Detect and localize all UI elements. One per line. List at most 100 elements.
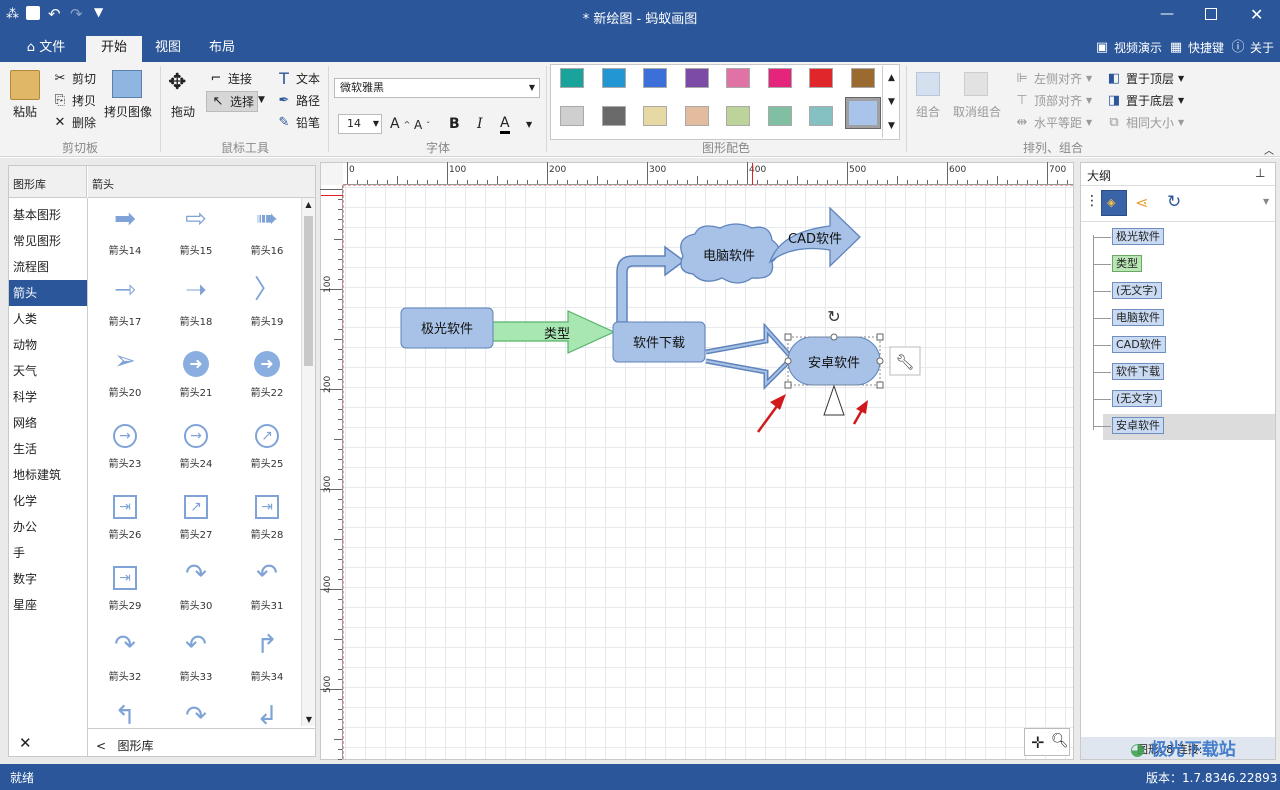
color-swatch[interactable]: [809, 106, 833, 126]
category-item[interactable]: 办公: [9, 514, 87, 540]
color-swatch[interactable]: [601, 106, 626, 126]
scroll-up-icon[interactable]: ▲: [883, 66, 900, 90]
color-swatch[interactable]: [684, 68, 709, 88]
shape-item[interactable]: ➠ 箭头16: [237, 202, 297, 262]
shape-item[interactable]: ➜ 箭头22: [237, 344, 297, 404]
paste-button[interactable]: 粘贴: [13, 103, 37, 120]
category-item[interactable]: 基本图形: [9, 202, 87, 228]
category-item[interactable]: 地标建筑: [9, 462, 87, 488]
shape-item[interactable]: ↷ 箭头32: [95, 628, 155, 688]
video-demo-button[interactable]: ▣ 视频演示: [1094, 39, 1162, 56]
shortcuts-button[interactable]: ▦ 快捷键: [1168, 39, 1224, 56]
italic-button[interactable]: I: [477, 116, 483, 132]
connect-button[interactable]: ⌐ 连接: [208, 70, 252, 87]
category-item[interactable]: 生活: [9, 436, 87, 462]
tab-layout[interactable]: 布局: [198, 36, 246, 62]
outline-item[interactable]: 安卓软件: [1112, 417, 1164, 434]
ungroup-button[interactable]: 取消组合: [953, 103, 1001, 120]
pin-icon[interactable]: ⊥: [1255, 166, 1265, 180]
shape-item[interactable]: ↷ 箭头30: [166, 557, 226, 617]
shape-item[interactable]: ↲: [237, 699, 297, 726]
shape-item[interactable]: ⇥ 箭头26: [95, 486, 155, 546]
maximize-icon[interactable]: [1205, 8, 1217, 20]
close-library-icon[interactable]: ✕: [19, 734, 32, 752]
category-item[interactable]: 数字: [9, 566, 87, 592]
outline-item[interactable]: (无文字): [1112, 390, 1162, 407]
category-item[interactable]: 星座: [9, 592, 87, 618]
minimize-icon[interactable]: —: [1160, 6, 1174, 22]
color-swatch[interactable]: [601, 68, 626, 88]
font-shrink-button[interactable]: Aˇ: [414, 118, 430, 132]
color-swatch[interactable]: [560, 106, 584, 126]
shape-item[interactable]: ↶ 箭头33: [166, 628, 226, 688]
shape-item[interactable]: ⇨ 箭头15: [166, 202, 226, 262]
tab-file[interactable]: ⌂ 文件: [16, 36, 76, 62]
category-item[interactable]: 化学: [9, 488, 87, 514]
equal-horizontal-button[interactable]: ⇹ 水平等距 ▼: [1014, 114, 1093, 131]
font-color-dropdown-icon[interactable]: ▼: [526, 120, 532, 129]
category-item[interactable]: 流程图: [9, 254, 87, 280]
palette-scroll[interactable]: ▲ ▼ ▼: [882, 66, 900, 138]
shape-item[interactable]: ↰: [95, 699, 155, 726]
tab-view[interactable]: 视图: [144, 36, 192, 62]
close-window-icon[interactable]: ✕: [1250, 5, 1263, 24]
expand-palette-icon[interactable]: ▼: [883, 114, 900, 138]
color-swatch[interactable]: [850, 68, 875, 88]
send-to-back-button[interactable]: ◨ 置于底层 ▼: [1106, 92, 1184, 109]
shape-item[interactable]: ↗ 箭头27: [166, 486, 226, 546]
color-swatch[interactable]: [560, 68, 584, 88]
outline-item[interactable]: CAD软件: [1112, 336, 1166, 353]
outline-item[interactable]: 类型: [1112, 255, 1142, 272]
shape-item[interactable]: → 箭头24: [166, 415, 226, 475]
copy-image-button[interactable]: 拷贝图像: [104, 103, 152, 120]
library-back-button[interactable]: < 图形库: [88, 728, 315, 756]
auto-layout-button[interactable]: ◈: [1101, 190, 1127, 216]
resize-triangle-handle[interactable]: [823, 384, 845, 416]
category-item[interactable]: 箭头: [9, 280, 87, 306]
outline-item[interactable]: 软件下载: [1112, 363, 1164, 380]
shape-item[interactable]: → 箭头23: [95, 415, 155, 475]
shape-item[interactable]: ↶ 箭头31: [237, 557, 297, 617]
color-swatch[interactable]: [844, 97, 881, 129]
about-button[interactable]: ⓘ 关于: [1230, 39, 1274, 56]
category-item[interactable]: 手: [9, 540, 87, 566]
path-tool-button[interactable]: ✒ 路径: [276, 92, 320, 109]
color-swatch[interactable]: [767, 106, 792, 126]
category-item[interactable]: 动物: [9, 332, 87, 358]
text-tool-button[interactable]: T 文本: [276, 70, 320, 87]
shape-item[interactable]: ➜ 箭头21: [166, 344, 226, 404]
same-size-button[interactable]: ⧉ 相同大小 ▼: [1106, 114, 1184, 131]
align-left-button[interactable]: ⊫ 左侧对齐 ▼: [1014, 70, 1092, 87]
color-swatch[interactable]: [643, 106, 667, 126]
shape-item[interactable]: ⇥ 箭头28: [237, 486, 297, 546]
select-dropdown-icon[interactable]: ▼: [258, 95, 265, 105]
drag-button[interactable]: 拖动: [171, 103, 195, 120]
shape-item[interactable]: ⇥ 箭头29: [95, 557, 155, 617]
category-item[interactable]: 网络: [9, 410, 87, 436]
shape-item[interactable]: ↗ 箭头25: [237, 415, 297, 475]
outline-item[interactable]: 极光软件: [1112, 228, 1164, 245]
category-item[interactable]: 常见图形: [9, 228, 87, 254]
align-top-button[interactable]: ⊤ 顶部对齐 ▼: [1014, 92, 1092, 109]
color-swatch[interactable]: [643, 68, 667, 88]
shape-item[interactable]: ➡ 箭头14: [95, 202, 155, 262]
category-item[interactable]: 科学: [9, 384, 87, 410]
rotate-icon[interactable]: ↻: [827, 307, 840, 326]
category-item[interactable]: 人类: [9, 306, 87, 332]
shape-item[interactable]: 〉箭头19: [237, 273, 297, 333]
color-swatch[interactable]: [809, 68, 833, 88]
more-options-icon[interactable]: ⋮: [1085, 193, 1099, 209]
color-swatch[interactable]: [726, 106, 750, 126]
shape-item[interactable]: ↷: [166, 699, 226, 726]
scroll-down-icon[interactable]: ▼: [302, 715, 316, 724]
scroll-up-icon[interactable]: ▲: [302, 200, 315, 209]
font-size-select[interactable]: 14 ▼: [338, 114, 382, 134]
select-button[interactable]: ↖ 选择: [206, 91, 259, 112]
connector-arrow-up[interactable]: [616, 245, 686, 323]
copy-button[interactable]: ⎘ 拷贝: [52, 92, 96, 109]
connector-arrow-android[interactable]: [705, 322, 796, 391]
delete-button[interactable]: ✕ 删除: [52, 114, 96, 131]
pencil-tool-button[interactable]: ✎ 铅笔: [276, 114, 320, 131]
scroll-down-icon[interactable]: ▼: [883, 90, 900, 114]
color-swatch[interactable]: [767, 68, 792, 88]
